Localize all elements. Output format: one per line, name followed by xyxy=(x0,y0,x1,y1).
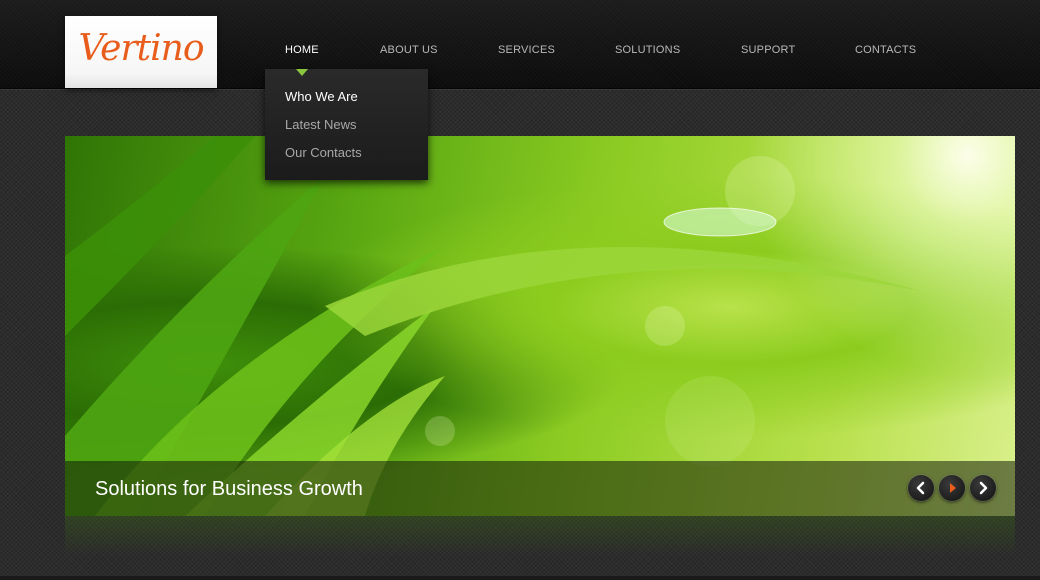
slider-reflection xyxy=(65,516,1015,556)
active-nav-indicator xyxy=(296,69,308,76)
nav-item-services[interactable]: SERVICES xyxy=(498,44,555,56)
dropdown-item-our-contacts[interactable]: Our Contacts xyxy=(285,145,362,160)
nav-item-solutions[interactable]: SOLUTIONS xyxy=(615,44,680,56)
slide-caption: Solutions for Business Growth xyxy=(95,478,363,500)
slider-next-button[interactable] xyxy=(970,475,996,501)
nav-item-home[interactable]: HOME xyxy=(285,44,319,56)
nav-item-contacts[interactable]: CONTACTS xyxy=(855,44,916,56)
hero-slider: Solutions for Business Growth xyxy=(65,136,1015,516)
logo-text: Vertino xyxy=(78,28,204,69)
nav-item-support[interactable]: SUPPORT xyxy=(741,44,795,56)
slider-prev-button[interactable] xyxy=(908,475,934,501)
nav-dropdown-menu: Who We Are Latest News Our Contacts xyxy=(265,69,428,180)
play-icon xyxy=(950,483,956,493)
nav-item-about-us[interactable]: ABOUT US xyxy=(380,44,438,56)
footer-divider xyxy=(0,576,1040,580)
chevron-right-icon xyxy=(979,481,988,495)
logo[interactable]: Vertino xyxy=(65,16,217,88)
slide-caption-bar: Solutions for Business Growth xyxy=(65,461,1015,516)
chevron-left-icon xyxy=(916,481,925,495)
grass-illustration xyxy=(65,136,920,516)
slider-play-button[interactable] xyxy=(939,475,965,501)
header-bar: Vertino HOME ABOUT US SERVICES SOLUTIONS… xyxy=(0,0,1040,89)
dropdown-item-latest-news[interactable]: Latest News xyxy=(285,117,357,132)
dropdown-item-who-we-are[interactable]: Who We Are xyxy=(285,89,358,104)
